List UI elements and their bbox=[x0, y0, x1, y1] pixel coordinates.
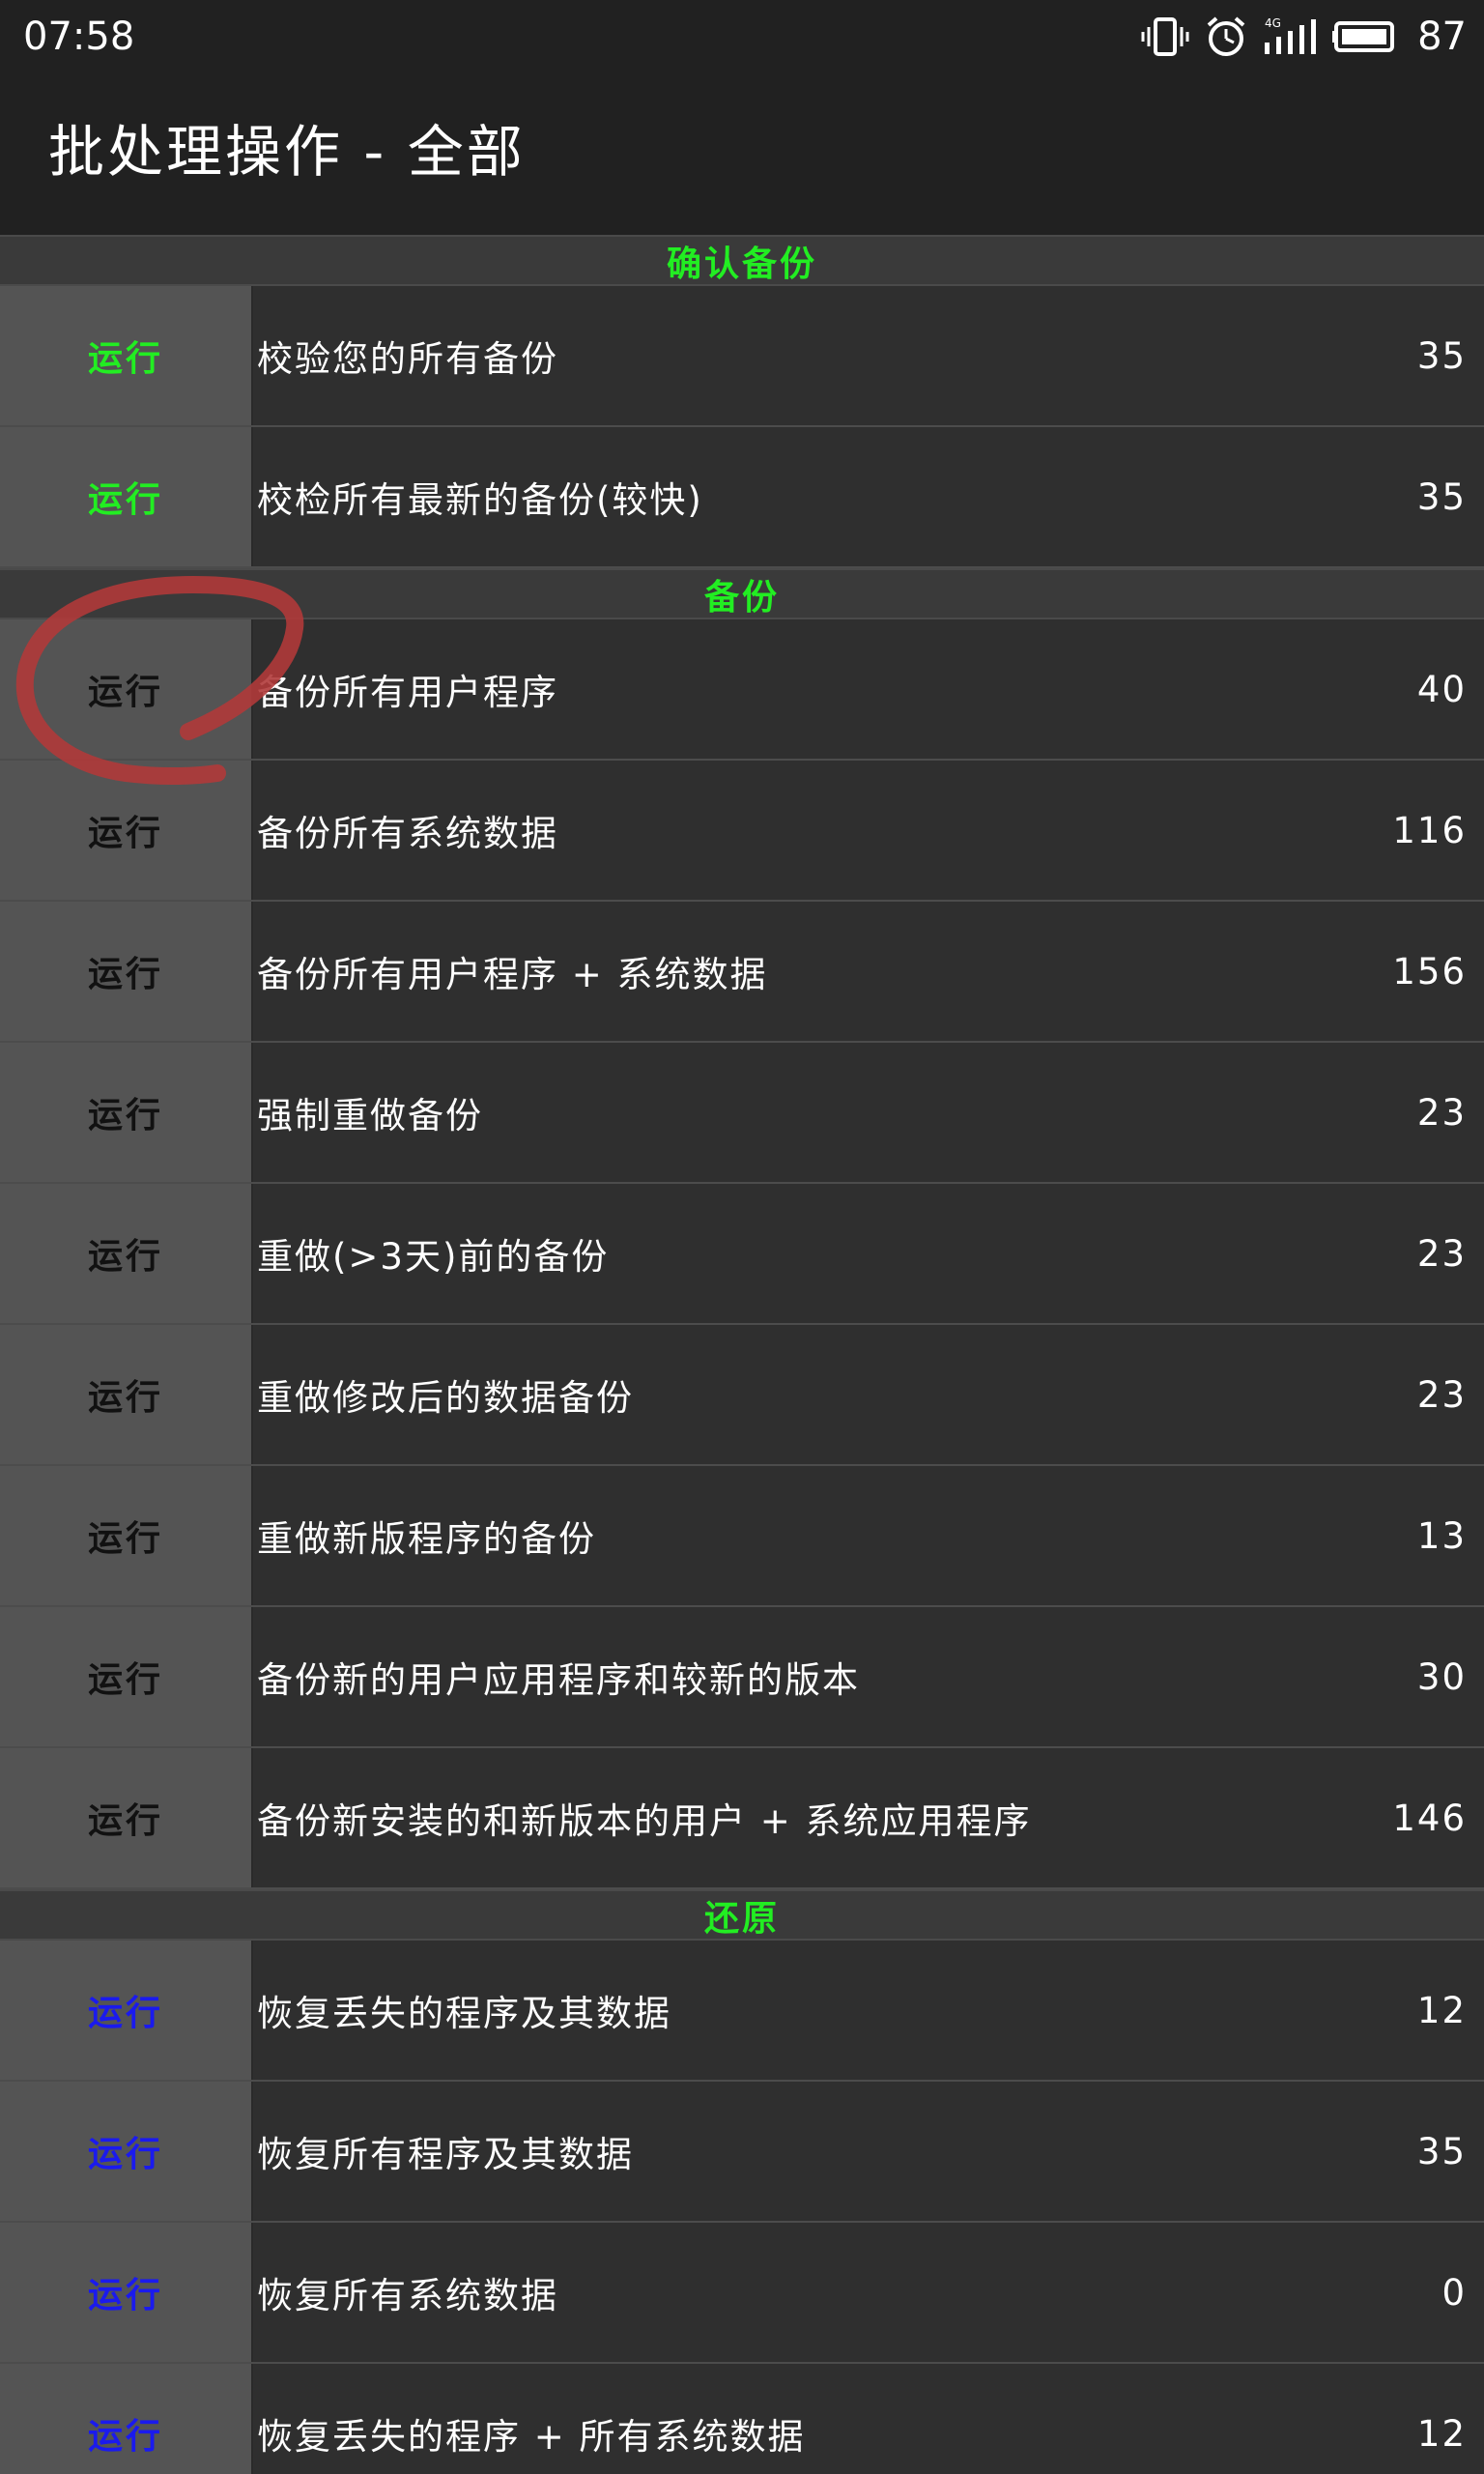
list-item: 运行 备份所有系统数据 116 bbox=[0, 761, 1484, 902]
app-count: 12 bbox=[1416, 2364, 1484, 2474]
list-item: 运行 恢复丢失的程序 + 所有系统数据 12 bbox=[0, 2364, 1484, 2474]
screen: 07:58 4G 87 批处理操作 - 全部 确认备份 运行 校验您的所有备份 … bbox=[0, 0, 1484, 2474]
app-bar: 批处理操作 - 全部 bbox=[0, 72, 1484, 235]
app-count: 40 bbox=[1416, 619, 1484, 759]
operation-label: 重做(>3天)前的备份 bbox=[253, 1184, 1417, 1323]
run-button[interactable]: 运行 bbox=[0, 286, 253, 425]
operation-label: 重做修改后的数据备份 bbox=[253, 1325, 1417, 1464]
network-label: 4G bbox=[1265, 16, 1281, 30]
app-count: 23 bbox=[1416, 1043, 1484, 1182]
page-title: 批处理操作 - 全部 bbox=[48, 119, 526, 185]
app-count: 13 bbox=[1416, 1466, 1484, 1605]
operation-label: 备份所有用户程序 + 系统数据 bbox=[253, 902, 1393, 1041]
list-item: 运行 恢复丢失的程序及其数据 12 bbox=[0, 1941, 1484, 2082]
run-button[interactable]: 运行 bbox=[0, 1184, 253, 1323]
run-button[interactable]: 运行 bbox=[0, 2223, 253, 2362]
run-button[interactable]: 运行 bbox=[0, 1941, 253, 2080]
list-item: 运行 备份所有用户程序 40 bbox=[0, 619, 1484, 761]
run-button[interactable]: 运行 bbox=[0, 1466, 253, 1605]
app-count: 0 bbox=[1441, 2223, 1484, 2362]
app-count: 35 bbox=[1416, 2082, 1484, 2221]
operation-label: 重做新版程序的备份 bbox=[253, 1466, 1417, 1605]
list-item: 运行 校检所有最新的备份(较快) 35 bbox=[0, 427, 1484, 568]
list-item: 运行 备份新安装的和新版本的用户 + 系统应用程序 146 bbox=[0, 1748, 1484, 1889]
run-button[interactable]: 运行 bbox=[0, 427, 253, 566]
run-button[interactable]: 运行 bbox=[0, 2082, 253, 2221]
list-item: 运行 恢复所有系统数据 0 bbox=[0, 2223, 1484, 2364]
run-button[interactable]: 运行 bbox=[0, 1325, 253, 1464]
operation-label: 校验您的所有备份 bbox=[253, 286, 1417, 425]
app-count: 12 bbox=[1416, 1941, 1484, 2080]
batch-operations-list: 确认备份 运行 校验您的所有备份 35 运行 校检所有最新的备份(较快) 35 … bbox=[0, 235, 1484, 2474]
signal-icon: 4G bbox=[1263, 15, 1317, 58]
app-count: 116 bbox=[1392, 761, 1484, 900]
app-count: 23 bbox=[1416, 1325, 1484, 1464]
status-icons: 4G 87 bbox=[1141, 10, 1467, 64]
operation-label: 恢复所有程序及其数据 bbox=[253, 2082, 1417, 2221]
run-button[interactable]: 运行 bbox=[0, 2364, 253, 2474]
operation-label: 备份所有系统数据 bbox=[253, 761, 1393, 900]
status-time: 07:58 bbox=[23, 14, 135, 59]
list-item: 运行 重做(>3天)前的备份 23 bbox=[0, 1184, 1484, 1325]
run-button[interactable]: 运行 bbox=[0, 1607, 253, 1746]
list-item: 运行 备份所有用户程序 + 系统数据 156 bbox=[0, 902, 1484, 1043]
operation-label: 强制重做备份 bbox=[253, 1043, 1417, 1182]
list-item: 运行 备份新的用户应用程序和较新的版本 30 bbox=[0, 1607, 1484, 1748]
app-count: 35 bbox=[1416, 427, 1484, 566]
app-count: 35 bbox=[1416, 286, 1484, 425]
list-item: 运行 强制重做备份 23 bbox=[0, 1043, 1484, 1184]
operation-label: 恢复所有系统数据 bbox=[253, 2223, 1442, 2362]
list-item: 运行 重做修改后的数据备份 23 bbox=[0, 1325, 1484, 1466]
list-item: 运行 校验您的所有备份 35 bbox=[0, 286, 1484, 427]
operation-label: 备份新的用户应用程序和较新的版本 bbox=[253, 1607, 1417, 1746]
app-count: 146 bbox=[1392, 1748, 1484, 1887]
operation-label: 备份所有用户程序 bbox=[253, 619, 1417, 759]
section-header-backup: 备份 bbox=[0, 568, 1484, 619]
app-count: 30 bbox=[1416, 1607, 1484, 1746]
battery-level: 87 bbox=[1417, 14, 1467, 59]
battery-icon bbox=[1332, 15, 1400, 58]
status-bar: 07:58 4G 87 bbox=[0, 0, 1484, 72]
alarm-icon bbox=[1205, 15, 1247, 58]
list-item: 运行 恢复所有程序及其数据 35 bbox=[0, 2082, 1484, 2223]
vibrate-icon bbox=[1141, 15, 1189, 58]
section-header-verify: 确认备份 bbox=[0, 235, 1484, 286]
run-button[interactable]: 运行 bbox=[0, 619, 253, 759]
operation-label: 恢复丢失的程序及其数据 bbox=[253, 1941, 1417, 2080]
run-button[interactable]: 运行 bbox=[0, 902, 253, 1041]
app-count: 156 bbox=[1392, 902, 1484, 1041]
operation-label: 备份新安装的和新版本的用户 + 系统应用程序 bbox=[253, 1748, 1393, 1887]
section-header-restore: 还原 bbox=[0, 1889, 1484, 1941]
run-button[interactable]: 运行 bbox=[0, 761, 253, 900]
operation-label: 校检所有最新的备份(较快) bbox=[253, 427, 1417, 566]
app-count: 23 bbox=[1416, 1184, 1484, 1323]
list-item: 运行 重做新版程序的备份 13 bbox=[0, 1466, 1484, 1607]
operation-label: 恢复丢失的程序 + 所有系统数据 bbox=[253, 2364, 1417, 2474]
run-button[interactable]: 运行 bbox=[0, 1043, 253, 1182]
run-button[interactable]: 运行 bbox=[0, 1748, 253, 1887]
